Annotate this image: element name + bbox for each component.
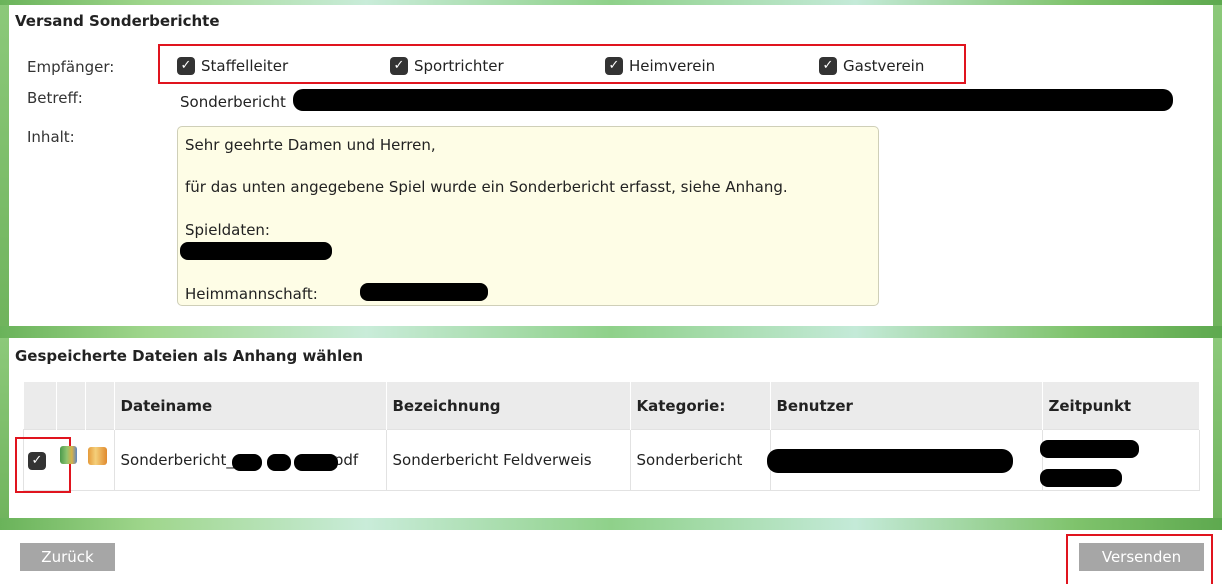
redacted-filename-1 [232, 454, 262, 471]
recipients-label: Empfänger: [27, 58, 115, 76]
trash-icon[interactable] [88, 447, 107, 465]
send-section-title: Versand Sonderberichte [15, 12, 220, 30]
send-highlight [1066, 534, 1213, 584]
content-greeting: Sehr geehrte Damen und Herren, [185, 136, 436, 154]
checkbox-checked-icon[interactable]: ✓ [605, 57, 623, 75]
files-section-title: Gespeicherte Dateien als Anhang wählen [15, 347, 364, 365]
col-open [56, 382, 86, 430]
redacted-timestamp-2 [1040, 469, 1122, 487]
section-divider-2 [0, 518, 1222, 530]
recipient-heimverein[interactable]: ✓ Heimverein [605, 57, 715, 75]
col-description[interactable]: Bezeichnung [386, 382, 631, 430]
subject-value[interactable]: Sonderbericht [180, 93, 286, 111]
frame-left [0, 0, 9, 335]
col-select [23, 382, 57, 430]
cell-category: Sonderbericht [629, 429, 771, 491]
recipient-staffelleiter[interactable]: ✓ Staffelleiter [177, 57, 288, 75]
table-row: Sonderbericht_ pdf Sonderbericht Feldverw… [23, 429, 1200, 491]
files-table: Dateiname Bezeichnung Kategorie: Benutze… [23, 382, 1200, 491]
checkbox-checked-icon[interactable]: ✓ [177, 57, 195, 75]
redacted-user [767, 449, 1013, 473]
col-category[interactable]: Kategorie: [630, 382, 771, 430]
frame-left-2 [0, 338, 9, 528]
col-user[interactable]: Benutzer [770, 382, 1043, 430]
redacted-home-team [360, 283, 488, 301]
redacted-timestamp-1 [1040, 440, 1139, 458]
frame-top [0, 0, 1222, 5]
checkbox-checked-icon[interactable]: ✓ [819, 57, 837, 75]
frame-right-2 [1213, 338, 1222, 528]
content-home-team: Heimmannschaft: [185, 285, 318, 303]
col-delete [85, 382, 115, 430]
content-match-data: Spieldaten: [185, 221, 270, 239]
col-timestamp[interactable]: Zeitpunkt [1042, 382, 1200, 430]
content-body: für das unten angegebene Spiel wurde ein… [185, 178, 788, 196]
subject-label: Betreff: [27, 89, 83, 107]
recipient-sportrichter[interactable]: ✓ Sportrichter [390, 57, 504, 75]
back-button[interactable]: Zurück [20, 543, 115, 571]
section-divider-1 [0, 326, 1222, 338]
redacted-subject [293, 89, 1173, 111]
frame-right [1213, 0, 1222, 335]
redacted-filename-2 [267, 454, 291, 471]
redacted-match-data [180, 242, 332, 260]
content-textarea[interactable]: Sehr geehrte Damen und Herren, für das u… [177, 126, 879, 306]
checkbox-checked-icon[interactable]: ✓ [390, 57, 408, 75]
col-filename[interactable]: Dateiname [114, 382, 387, 430]
recipient-gastverein[interactable]: ✓ Gastverein [819, 57, 924, 75]
redacted-filename-3 [294, 454, 338, 471]
document-icon[interactable] [60, 446, 77, 464]
cell-description: Sonderbericht Feldverweis [385, 429, 631, 491]
content-label: Inhalt: [27, 128, 75, 146]
